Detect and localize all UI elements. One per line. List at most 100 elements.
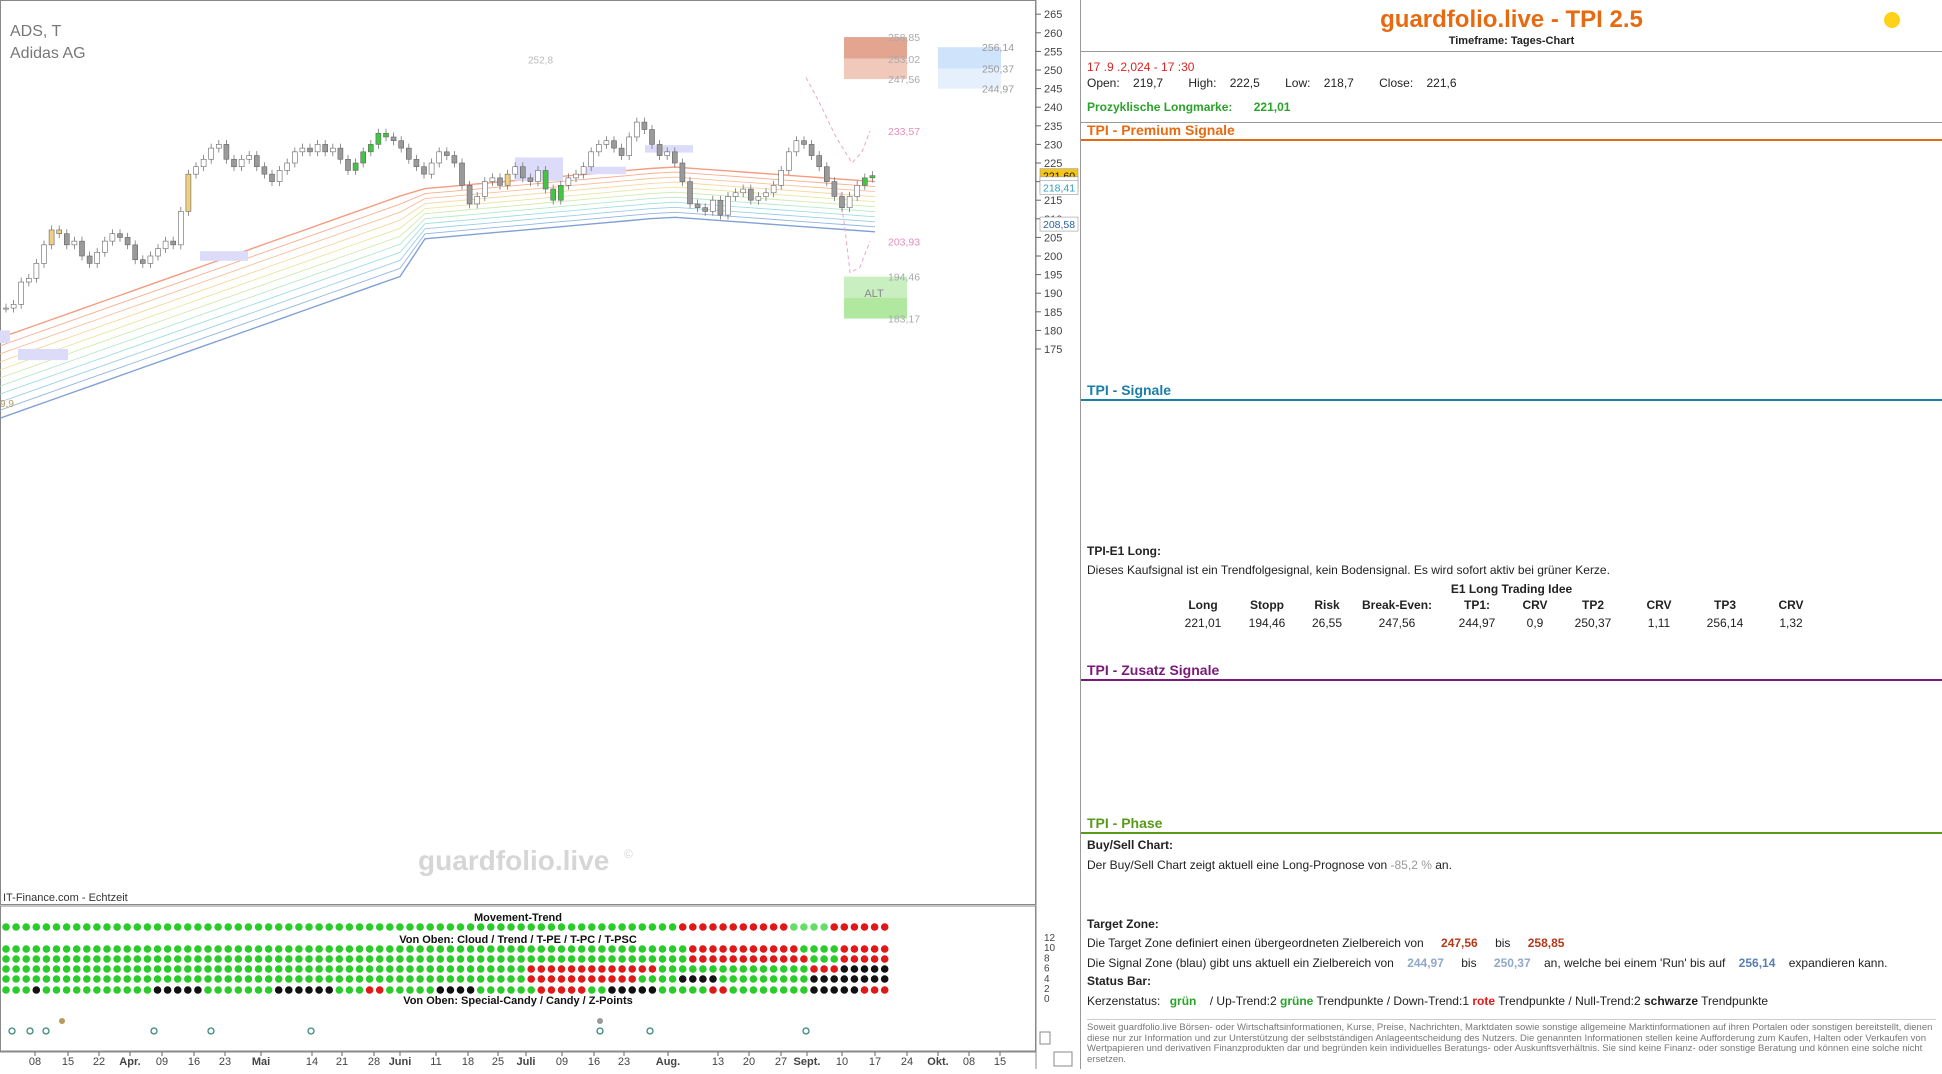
trend-dot [719, 955, 727, 963]
x-tick-label: 09 [556, 1056, 568, 1068]
trend-dot [658, 975, 667, 983]
candle-body [375, 132, 382, 145]
trend-dot [345, 923, 354, 931]
trend-dot [517, 975, 525, 983]
trend-dot [285, 945, 293, 953]
trend-dot [305, 986, 313, 994]
trend-dot [194, 965, 202, 973]
ribbon-line [0, 171, 876, 347]
y-tick-label: 200 [1044, 251, 1062, 263]
trade-value-cell: 244,97 [1458, 616, 1496, 630]
chart-canvas[interactable]: 258,85 253,02 247,56 256,14 250,37 244,97 233,… [0, 0, 1080, 1069]
trend-dot [446, 965, 455, 973]
trend-dot [426, 975, 435, 983]
trend-dot [446, 975, 455, 983]
trend-dot [820, 955, 828, 963]
candle-body [504, 173, 511, 186]
trend-dot [153, 986, 162, 994]
trend-dot [274, 955, 283, 963]
trend-dot [345, 955, 354, 963]
ribbon-line [0, 186, 876, 371]
trend-dot [234, 945, 243, 953]
trend-dot [22, 923, 31, 931]
trend-dot [840, 975, 849, 983]
trade-value-cell: 221,01 [1184, 616, 1222, 630]
trend-dot [779, 965, 788, 973]
longmark-row: Prozyklische Longmarke: 221,01 [1087, 100, 1936, 114]
trend-dot [285, 955, 293, 963]
trend-dot [204, 955, 212, 963]
chart-settings-icon[interactable] [1053, 1051, 1073, 1067]
trend-dot [184, 945, 192, 953]
trend-dot [476, 945, 485, 953]
candle-body [170, 240, 176, 246]
trend-dot [2, 923, 10, 931]
trend-dot [810, 923, 818, 931]
x-tick-label: 21 [336, 1056, 348, 1068]
trend-dot [194, 955, 202, 963]
trend-dot [375, 955, 384, 963]
price-chart[interactable]: 258,85 253,02 247,56 256,14 250,37 244,97 233,… [0, 0, 1080, 1069]
candle-body [481, 181, 488, 197]
trend-dot [759, 975, 768, 983]
candle-body [193, 166, 199, 175]
trend-dot [749, 986, 758, 994]
trend-dot [517, 955, 525, 963]
trend-dot [416, 965, 424, 973]
trend-dot [406, 965, 414, 973]
trend-dot [668, 986, 677, 994]
data-source-label: IT-Finance.com - Echtzeit [3, 892, 128, 904]
trend-dot [2, 986, 10, 994]
candle-body [329, 147, 336, 153]
ribbon-line [0, 176, 876, 355]
candle-body [307, 147, 313, 153]
trend-dot [194, 923, 202, 931]
x-tick-label: 23 [219, 1056, 231, 1068]
candle-body [641, 121, 648, 130]
trend-dot [214, 945, 222, 953]
x-tick-label: 16 [588, 1056, 600, 1068]
candle-body [679, 162, 686, 182]
trend-dot [173, 965, 182, 973]
trend-dot [113, 975, 121, 983]
candle-body [740, 188, 747, 194]
trend-dot [264, 955, 273, 963]
trend-dot [133, 945, 142, 953]
trend-dot [840, 923, 849, 931]
trend-dot [143, 923, 152, 931]
trend-dot [355, 955, 364, 963]
trend-dot [527, 945, 535, 953]
candle-body [474, 196, 481, 205]
trend-dot [476, 923, 485, 931]
trend-dot [32, 965, 41, 973]
trend-dot [658, 955, 667, 963]
trend-dot [719, 965, 727, 973]
scale-toggle-icon[interactable] [1039, 1031, 1051, 1045]
trend-dot [416, 955, 424, 963]
trend-dot [800, 923, 808, 931]
trend-dot [416, 923, 424, 931]
trend-dot [32, 975, 41, 983]
trend-dot [244, 965, 253, 973]
trend-dot [12, 945, 20, 953]
x-tick-label: 13 [712, 1056, 724, 1068]
timeframe-label: Timeframe: Tages-Chart [1448, 35, 1575, 47]
trend-dot [315, 965, 323, 973]
trend-dot [365, 923, 374, 931]
target-zone-to: 258,85 [1527, 936, 1565, 950]
x-tick-label: 23 [618, 1056, 630, 1068]
trend-dot [739, 923, 748, 931]
trend-dot [143, 955, 152, 963]
trend-dot [860, 955, 869, 963]
candle-body [132, 244, 138, 261]
trend-dot [42, 923, 51, 931]
trend-dot [810, 945, 818, 953]
trend-dot [214, 923, 222, 931]
trend-dot [325, 955, 334, 963]
trade-header-cell: CRV [1522, 598, 1548, 612]
candle-body [497, 177, 503, 186]
y-tick-label: 185 [1044, 307, 1062, 319]
trend-dot [790, 955, 798, 963]
trend-dot [840, 955, 849, 963]
x-tick-label: 14 [306, 1056, 318, 1068]
